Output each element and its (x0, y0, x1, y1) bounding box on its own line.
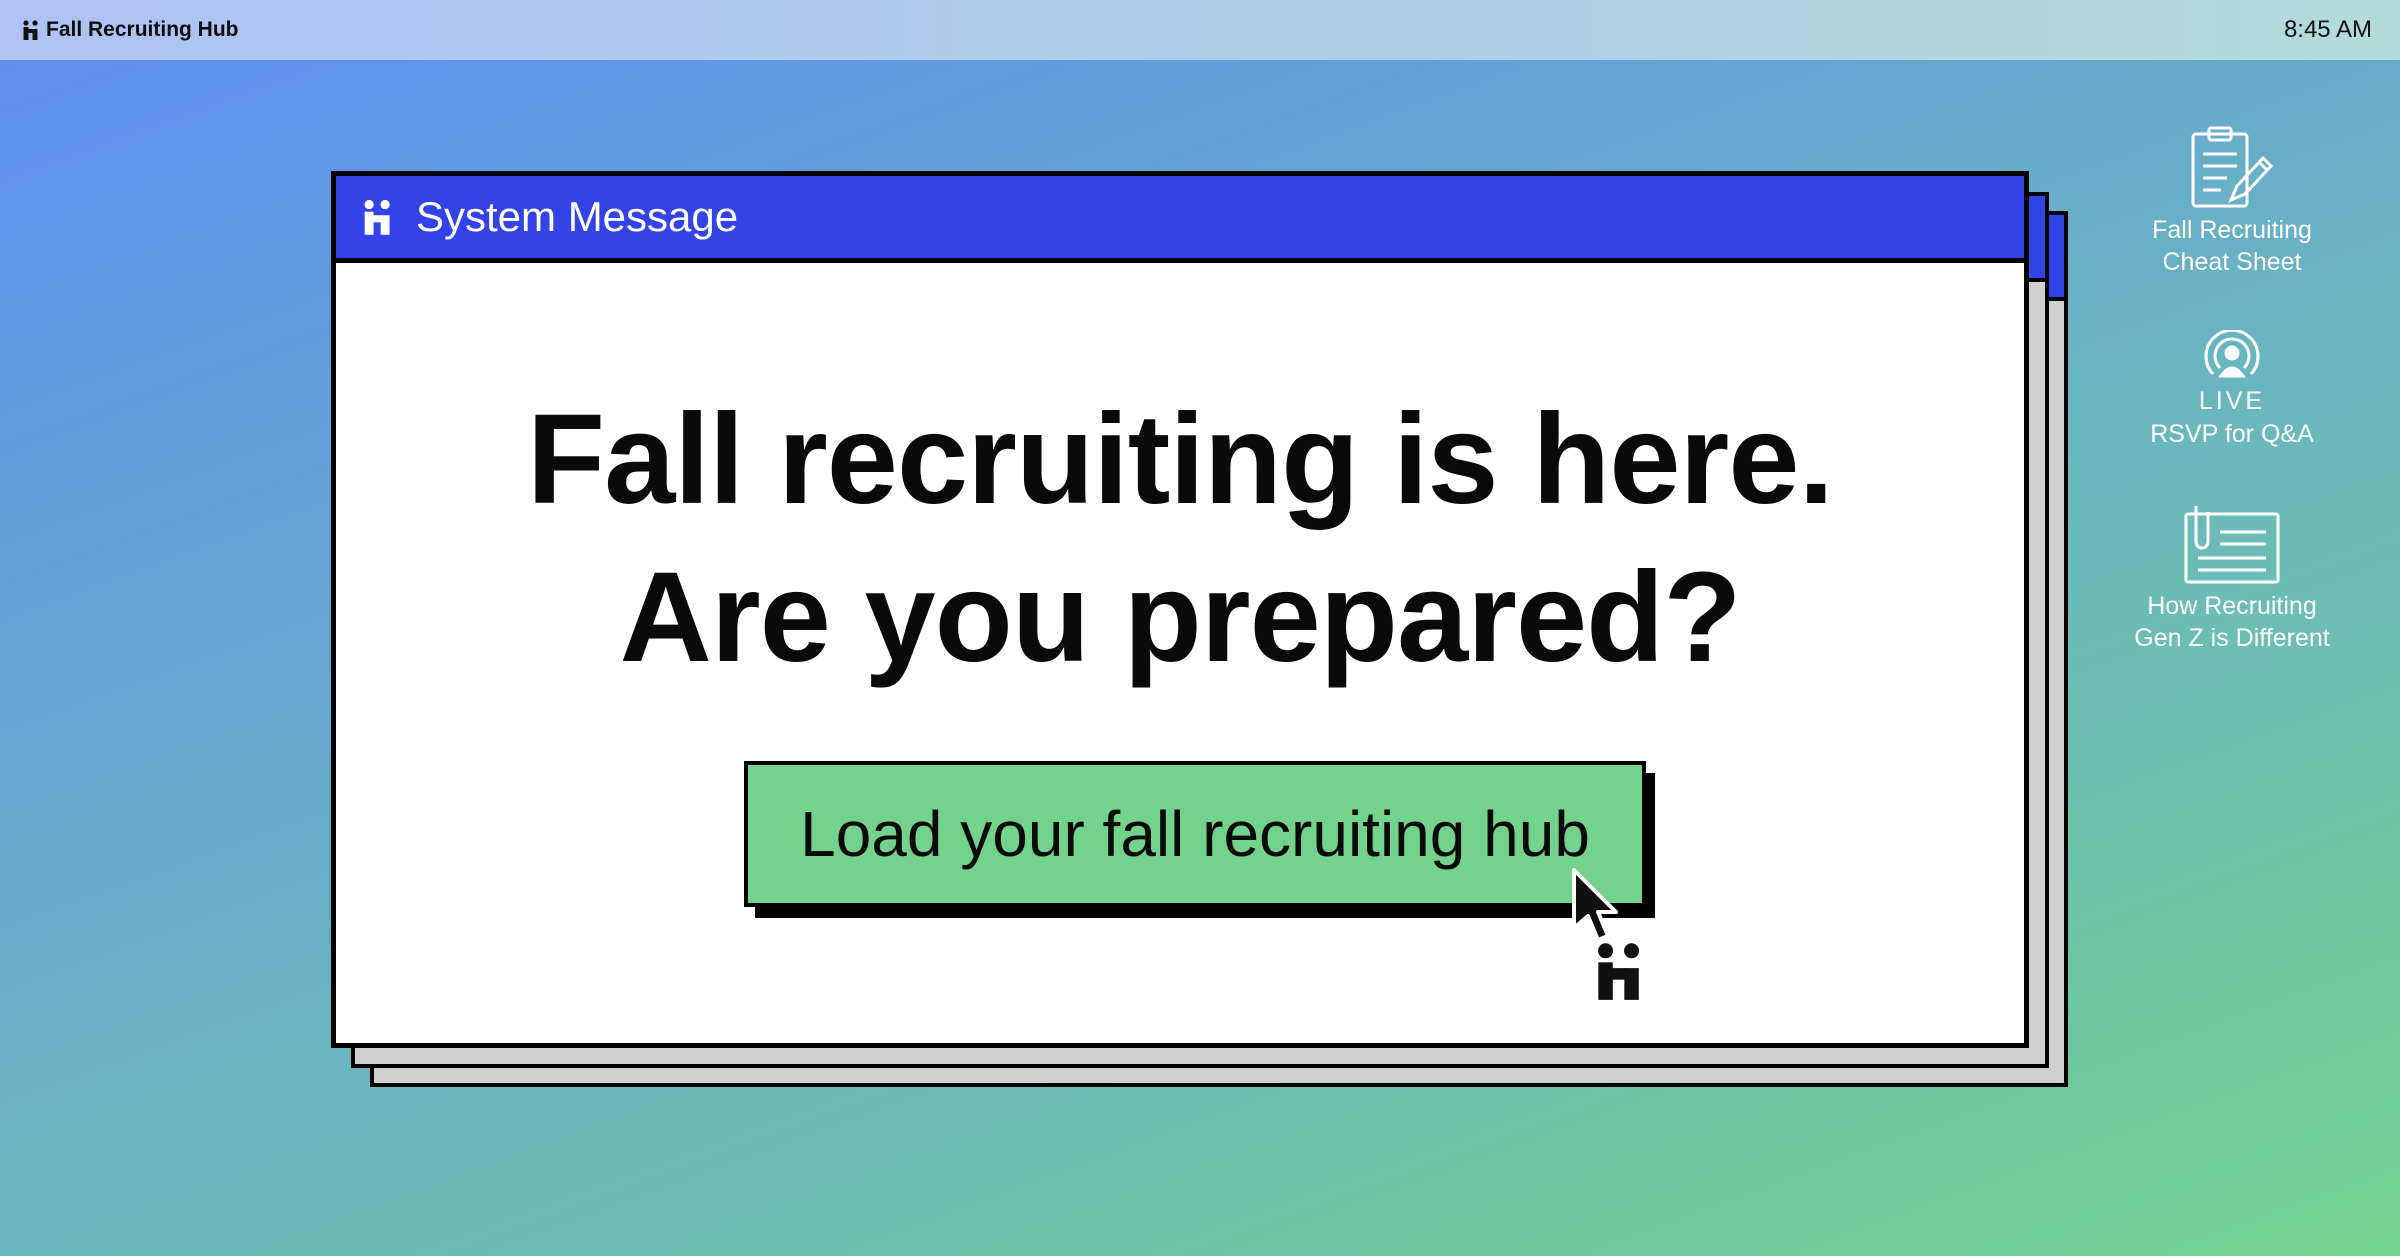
handshake-logo-icon (23, 20, 38, 40)
headline-line-2: Are you prepared? (619, 546, 1741, 689)
desktop-icon-cheat-sheet[interactable]: Fall Recruiting Cheat Sheet (2122, 124, 2342, 278)
clock: 8:45 AM (2283, 16, 2372, 43)
desktop-icon-label: How Recruiting Gen Z is Different (2134, 592, 2330, 652)
handshake-logo-icon (1598, 943, 1640, 1000)
menu-bar-app[interactable]: Fall Recruiting Hub (22, 18, 239, 42)
window-body: Fall recruiting is here. Are you prepare… (336, 263, 2024, 1043)
live-badge: LIVE (2198, 387, 2266, 415)
load-hub-button[interactable]: Load your fall recruiting hub (744, 761, 1646, 907)
document-clip-icon (2184, 506, 2280, 584)
clipboard-pencil-icon (2191, 126, 2274, 208)
desktop: Fall Recruiting Hub 8:45 AM System Messa… (0, 0, 2400, 1256)
window-title: System Message (416, 193, 739, 240)
headline-line-1: Fall recruiting is here. (526, 388, 1834, 531)
menu-bar: Fall Recruiting Hub 8:45 AM (0, 0, 2400, 60)
app-title: Fall Recruiting Hub (46, 18, 239, 41)
window-titlebar[interactable]: System Message (336, 176, 2024, 263)
desktop-icon-label: Fall Recruiting Cheat Sheet (2152, 216, 2312, 276)
mouse-pointer-icon (1572, 868, 1618, 942)
handshake-logo-icon (364, 199, 390, 235)
desktop-icon-label: RSVP for Q&A (2150, 420, 2314, 448)
system-message-window: System Message Fall recruiting is here. … (331, 171, 2029, 1048)
headline: Fall recruiting is here. Are you prepare… (336, 381, 2024, 697)
desktop-icon-live-qa[interactable]: LIVE RSVP for Q&A (2122, 330, 2342, 450)
desktop-icon-gen-z[interactable]: How Recruiting Gen Z is Different (2122, 500, 2342, 654)
live-broadcast-icon (2204, 330, 2260, 378)
